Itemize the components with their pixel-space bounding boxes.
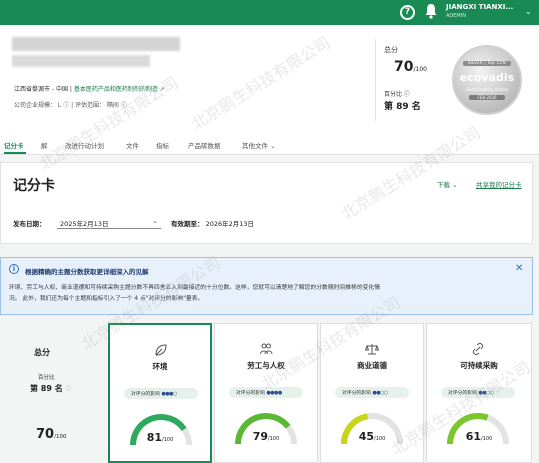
tab-other-files[interactable]: 其他文件 ⌄	[242, 140, 276, 150]
theme-card-labor-human-rights[interactable]: 劳工与人权 对评分的影响 ●●●● 79/100	[214, 323, 318, 463]
company-sub-redacted	[12, 55, 150, 67]
tab-solution[interactable]: 解	[41, 140, 48, 150]
tab-action-plan[interactable]: 改进行动计划	[65, 140, 104, 150]
company-location: 江西省婺源市 - 中国 | 基本医药产品和医药制剂的制造 ↗	[14, 84, 165, 93]
overall-label: 总分	[34, 348, 50, 357]
publish-date-select[interactable]: 2025年2月13日 ⌄	[57, 215, 161, 229]
user-subtitle: ADEMIN	[446, 13, 466, 19]
external-link-icon[interactable]: ↗	[160, 86, 165, 93]
info-body-line-1: 环境、劳工与人权、商业道德和可持续采购主题分数不再四舍五入到最接近的十分位数。这…	[9, 285, 381, 291]
share-scorecard-link[interactable]: 共享我的记分卡	[476, 179, 522, 189]
close-icon[interactable]: ✕	[515, 263, 523, 274]
industry-link[interactable]: 基本医药产品和医药制剂的制造	[74, 86, 158, 93]
chevron-down-icon: ⌄	[152, 217, 158, 225]
medal-date: FEB 2026	[469, 95, 505, 100]
scorecard-card: 记分卡 下载 ⌄ 共享我的记分卡 发布日期： 2025年2月13日 ⌄ 有效期至…	[0, 162, 533, 244]
score-summary: 总分 70/100 百分比 ⓘ 第 89 名	[375, 39, 440, 121]
impact-pill: 对评分的影响 ●●○○	[441, 387, 515, 398]
theme-name: 商业道德	[357, 361, 387, 370]
tab-indicators[interactable]: 指标	[156, 140, 169, 150]
info-banner: i 根据精确的主题分数获取更详细深入的见解 环境、劳工与人权、商业道德和可持续采…	[0, 257, 533, 315]
tab-documents[interactable]: 文件	[126, 140, 139, 150]
people-icon	[260, 343, 273, 355]
theme-card-environment[interactable]: 环境 对评分的影响 ●●●○ 81/100	[108, 323, 212, 463]
company-name-redacted	[12, 37, 180, 51]
theme-score: 61/100	[465, 430, 493, 443]
bell-icon[interactable]	[424, 3, 438, 19]
company-meta: 公司企业规模： L ⓘ | 评估范围： 隔间 ⓘ	[14, 102, 127, 109]
overall-score-panel: 总分 百分比 第 89 名 ⓘ 70/100	[0, 323, 100, 455]
publish-date-label: 发布日期：	[13, 220, 46, 228]
scale-icon	[365, 344, 379, 355]
theme-card-sustainable-procurement[interactable]: 可持续采购 对评分的影响 ●●○○ 61/100	[426, 323, 532, 463]
overall-percentile-label: 百分比	[38, 375, 55, 381]
medal-brand: ecovadis	[459, 71, 515, 84]
medal-tagline: Sustainability Rating	[466, 87, 508, 92]
tab-scorecard[interactable]: 记分卡	[4, 140, 24, 150]
ecovadis-medal: SILVER | Top 15% ecovadis Sustainability…	[452, 45, 522, 115]
top-bar: ? JIANGXI TIANXI... ADEMIN ⌄	[0, 0, 539, 25]
impact-pill: 对评分的影响 ●●●○	[124, 388, 198, 399]
overall-rank: 第 89 名 ⓘ	[30, 384, 72, 393]
scorecard-title: 记分卡	[13, 178, 55, 194]
percentile-rank: 第 89 名	[384, 102, 421, 112]
link-icon	[472, 342, 484, 356]
leaf-icon	[155, 344, 167, 356]
overall-score: 70/100	[36, 427, 67, 442]
tab-bar: 记分卡 解 改进行动计划 文件 指标 产品碳数据 其他文件 ⌄	[0, 135, 539, 155]
chevron-down-icon[interactable]: ⌄	[525, 7, 532, 16]
theme-name: 劳工与人权	[247, 361, 285, 370]
publish-date-value: 2025年2月13日	[60, 220, 109, 228]
impact-pill: 对评分的影响 ●●●●	[229, 387, 303, 398]
active-tab-indicator	[4, 152, 26, 154]
info-body-line-2: 况。 此外，我们还为每个主题和指标引入了一个 4 点"对评分的影响"量表。	[9, 296, 204, 302]
valid-until: 有效期至： 2026年2月13日	[171, 220, 255, 228]
theme-score: 81/100	[146, 431, 174, 444]
medal-tier: SILVER | Top 15%	[463, 61, 511, 66]
percentile-label: 百分比 ⓘ	[384, 91, 410, 98]
user-name[interactable]: JIANGXI TIANXI...	[446, 3, 513, 11]
info-icon: i	[9, 264, 19, 274]
total-score: 70/100	[394, 59, 427, 75]
theme-name: 可持续采购	[460, 361, 498, 370]
info-heading: 根据精确的主题分数获取更详细深入的见解	[25, 268, 149, 276]
theme-score: 45/100	[358, 430, 386, 443]
info-icon: ⓘ	[65, 386, 72, 393]
download-button[interactable]: 下载 ⌄	[437, 179, 458, 189]
impact-pill: 对评分的影响 ●●○○	[335, 387, 409, 398]
total-score-label: 总分	[384, 46, 398, 54]
theme-name: 环境	[152, 362, 168, 371]
help-icon[interactable]: ?	[400, 5, 415, 20]
theme-score: 79/100	[252, 430, 280, 443]
tab-product-carbon[interactable]: 产品碳数据	[188, 140, 221, 150]
location-text: 江西省婺源市 - 中国 |	[14, 86, 72, 93]
theme-card-ethics[interactable]: 商业道德 对评分的影响 ●●○○ 45/100	[320, 323, 424, 463]
